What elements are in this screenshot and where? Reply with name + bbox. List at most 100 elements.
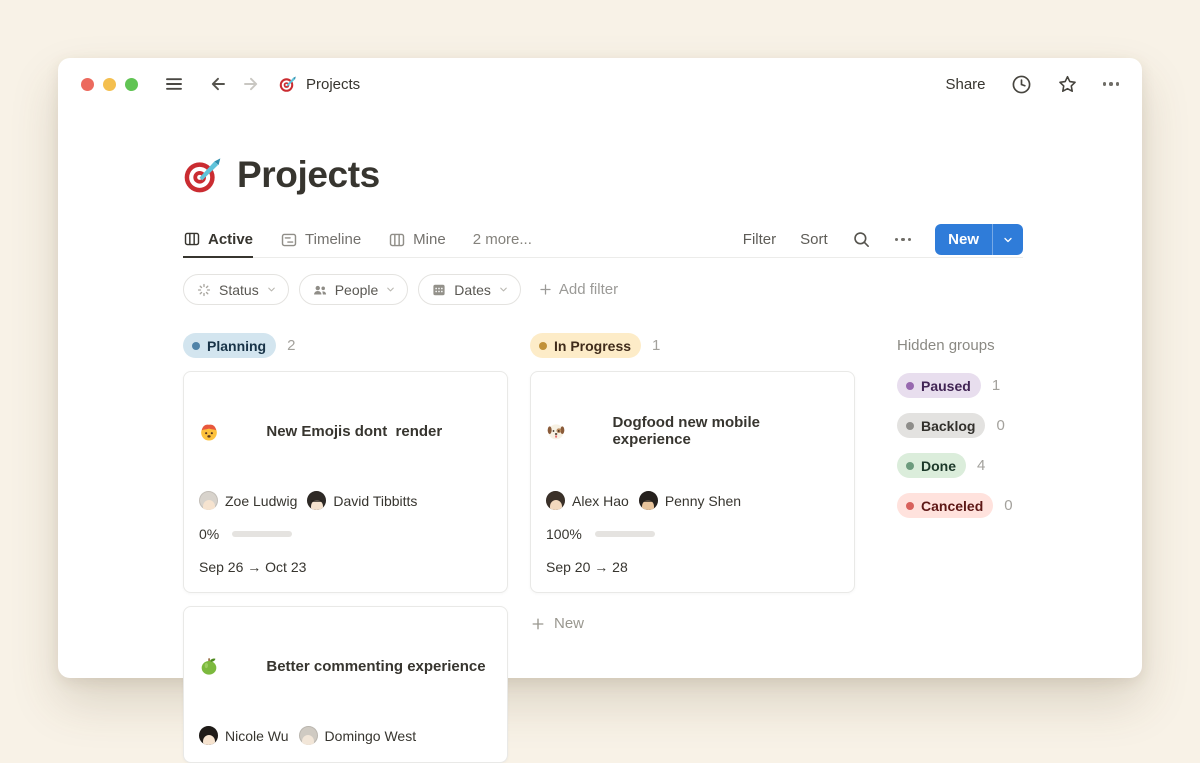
view-options-icon[interactable] — [895, 238, 912, 242]
breadcrumb-title: Projects — [306, 76, 360, 93]
avatar — [546, 491, 565, 510]
status-filter-chip[interactable]: Status — [183, 274, 289, 305]
forward-arrow-icon[interactable] — [241, 74, 261, 94]
column-header[interactable]: Planning 2 — [183, 333, 508, 358]
board-icon — [388, 231, 406, 249]
breadcrumb[interactable]: Projects — [279, 75, 360, 93]
project-card[interactable]: New Emojis dont render Zoe Ludwig David … — [183, 371, 508, 593]
kanban-board: Planning 2 Ne — [183, 333, 1023, 763]
card-dates: Sep 20 → 28 — [546, 559, 839, 575]
status-pill-planning: Planning — [183, 333, 276, 358]
calendar-icon — [431, 282, 447, 298]
clock-icon[interactable] — [1011, 74, 1032, 95]
avatar — [307, 491, 326, 510]
new-dropdown-chevron-icon[interactable] — [992, 224, 1023, 255]
hamburger-menu-icon[interactable] — [164, 74, 184, 94]
assignee-name: Penny Shen — [665, 493, 741, 509]
avatar — [199, 491, 218, 510]
column-in-progress: In Progress 1 — [530, 333, 855, 632]
status-pill-in-progress: In Progress — [530, 333, 641, 358]
hidden-group-canceled[interactable]: Canceled 0 — [897, 493, 1013, 518]
hidden-group-paused[interactable]: Paused 1 — [897, 373, 1013, 398]
chevron-down-icon — [385, 284, 396, 295]
status-pill-paused: Paused — [897, 373, 981, 398]
add-filter-label: Add filter — [559, 281, 618, 298]
assignee-name: Nicole Wu — [225, 728, 289, 744]
search-icon[interactable] — [852, 230, 871, 249]
new-button-group: New — [935, 224, 1023, 255]
add-filter-button[interactable]: Add filter — [538, 281, 618, 298]
group-count: 0 — [1004, 497, 1012, 514]
hidden-group-backlog[interactable]: Backlog 0 — [897, 413, 1013, 438]
share-button[interactable]: Share — [945, 76, 985, 93]
dates-filter-chip[interactable]: Dates — [418, 274, 521, 305]
app-window: Projects Share Projects — [58, 58, 1142, 678]
assignee[interactable]: Nicole Wu — [199, 726, 289, 745]
avatar — [199, 726, 218, 745]
people-icon — [312, 282, 328, 298]
assignee-name: Zoe Ludwig — [225, 493, 297, 509]
column-count: 1 — [652, 337, 660, 354]
progress-label: 0% — [199, 526, 219, 542]
status-pill-backlog: Backlog — [897, 413, 985, 438]
assignee[interactable]: Zoe Ludwig — [199, 491, 297, 510]
exploding-head-emoji — [199, 387, 257, 475]
tab-label: Active — [208, 231, 253, 248]
assignee-name: Alex Hao — [572, 493, 629, 509]
assignee-name: David Tibbitts — [333, 493, 417, 509]
plus-icon — [530, 616, 546, 632]
tab-timeline[interactable]: Timeline — [280, 222, 361, 257]
back-arrow-icon[interactable] — [208, 74, 228, 94]
assignee[interactable]: David Tibbitts — [307, 491, 417, 510]
more-icon[interactable] — [1103, 82, 1120, 86]
column-header[interactable]: In Progress 1 — [530, 333, 855, 358]
hidden-groups: Hidden groups Paused 1 Backlog 0 — [897, 333, 1013, 518]
assignee-name: Domingo West — [325, 728, 417, 744]
progress-bar — [232, 531, 292, 537]
filter-button[interactable]: Filter — [743, 231, 776, 248]
filter-bar: Status People Dates — [183, 274, 1023, 305]
assignee[interactable]: Domingo West — [299, 726, 417, 745]
status-pill-label: Planning — [207, 338, 266, 354]
chip-label: Status — [219, 282, 259, 298]
assignee[interactable]: Penny Shen — [639, 491, 741, 510]
dog-face-emoji — [546, 387, 603, 475]
chevron-down-icon — [498, 284, 509, 295]
tab-mine[interactable]: Mine — [388, 222, 446, 257]
card-title: New Emojis dont render — [266, 423, 442, 440]
column-count: 2 — [287, 337, 295, 354]
progress-bar — [595, 531, 655, 537]
hidden-group-done[interactable]: Done 4 — [897, 453, 1013, 478]
new-card-button[interactable]: New — [530, 615, 855, 632]
target-emoji — [279, 75, 297, 93]
tab-label: 2 more... — [473, 231, 532, 248]
project-card[interactable]: Dogfood new mobile experience Alex Hao P… — [530, 371, 855, 593]
card-title: Better commenting experience — [266, 658, 485, 675]
tab-active[interactable]: Active — [183, 222, 253, 258]
titlebar: Projects Share — [58, 58, 1142, 110]
page-header: Projects — [183, 154, 1023, 196]
tab-label: Mine — [413, 231, 446, 248]
close-window-button[interactable] — [81, 78, 94, 91]
board-icon — [183, 230, 201, 248]
group-count: 4 — [977, 457, 985, 474]
assignee[interactable]: Alex Hao — [546, 491, 629, 510]
tab-label: Timeline — [305, 231, 361, 248]
new-button[interactable]: New — [935, 224, 992, 255]
chip-label: Dates — [454, 282, 491, 298]
status-dot — [192, 342, 200, 350]
zoom-window-button[interactable] — [125, 78, 138, 91]
people-filter-chip[interactable]: People — [299, 274, 409, 305]
status-pill-label: Paused — [921, 378, 971, 394]
star-icon[interactable] — [1057, 74, 1078, 95]
group-count: 0 — [996, 417, 1004, 434]
status-pill-done: Done — [897, 453, 966, 478]
minimize-window-button[interactable] — [103, 78, 116, 91]
new-card-label: New — [554, 615, 584, 632]
view-tabbar: Active Timeline Mine 2 more... Filter So… — [183, 222, 1023, 258]
sort-button[interactable]: Sort — [800, 231, 828, 248]
tab-more-views[interactable]: 2 more... — [473, 222, 532, 257]
chip-label: People — [335, 282, 379, 298]
page-title: Projects — [237, 154, 380, 196]
chevron-down-icon — [266, 284, 277, 295]
